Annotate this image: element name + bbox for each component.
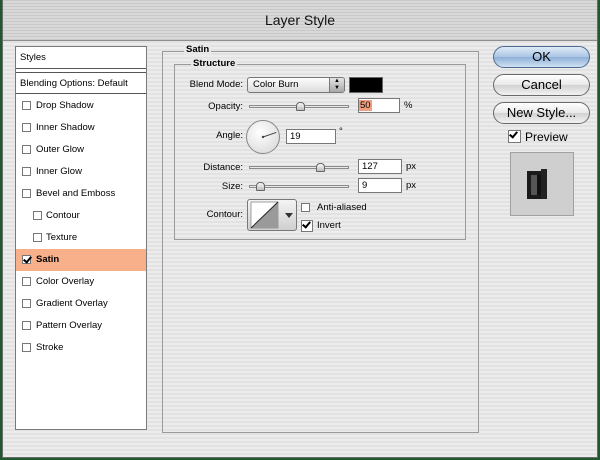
new-style-button[interactable]: New Style...: [493, 102, 590, 124]
style-item-drop-shadow[interactable]: Drop Shadow: [16, 95, 146, 117]
style-item-label: Pattern Overlay: [36, 320, 102, 331]
popup-arrows-icon: ▲ ▼: [329, 78, 344, 92]
opacity-label: Opacity:: [208, 101, 243, 112]
opacity-slider[interactable]: [249, 102, 349, 111]
style-item-label: Stroke: [36, 342, 64, 353]
style-item-gradient-overlay[interactable]: Gradient Overlay: [16, 293, 146, 315]
style-item-bevel-and-emboss[interactable]: Bevel and Emboss: [16, 183, 146, 205]
style-item-label: Bevel and Emboss: [36, 188, 116, 199]
angle-indicator-icon: [261, 131, 277, 139]
distance-label: Distance:: [203, 162, 243, 173]
style-item-checkbox[interactable]: [22, 277, 31, 286]
opacity-slider-thumb[interactable]: [296, 102, 305, 111]
style-item-checkbox[interactable]: [22, 255, 31, 264]
size-slider[interactable]: [249, 182, 349, 191]
style-item-checkbox[interactable]: [22, 343, 31, 352]
contour-label: Contour:: [206, 209, 243, 220]
style-item-label: Contour: [46, 210, 80, 221]
style-item-color-overlay[interactable]: Color Overlay: [16, 271, 146, 293]
preview-label: Preview: [525, 130, 568, 144]
preview-thumbnail-icon: [527, 169, 547, 199]
style-item-checkbox[interactable]: [22, 101, 31, 110]
style-item-checkbox[interactable]: [33, 233, 42, 242]
blend-color-swatch[interactable]: [349, 77, 383, 93]
size-label: Size:: [221, 181, 243, 192]
style-item-outer-glow[interactable]: Outer Glow: [16, 139, 146, 161]
opacity-unit: %: [404, 100, 413, 111]
style-preview: [510, 152, 574, 216]
style-item-checkbox[interactable]: [33, 211, 42, 220]
style-item-inner-shadow[interactable]: Inner Shadow: [16, 117, 146, 139]
style-item-checkbox[interactable]: [22, 145, 31, 154]
satin-section-title: Satin: [184, 44, 212, 55]
cancel-button[interactable]: Cancel: [493, 74, 590, 96]
ok-button[interactable]: OK: [493, 46, 590, 68]
blend-mode-label: Blend Mode:: [189, 79, 243, 90]
preview-checkbox[interactable]: [508, 130, 521, 143]
styles-list: Styles Blending Options: Default Drop Sh…: [15, 46, 147, 430]
style-item-checkbox[interactable]: [22, 321, 31, 330]
structure-title: Structure: [191, 58, 238, 69]
title-bar[interactable]: Layer Style: [3, 0, 597, 41]
style-item-checkbox[interactable]: [22, 299, 31, 308]
contour-curve-icon: [250, 201, 293, 229]
style-item-satin[interactable]: Satin: [16, 249, 146, 271]
blend-mode-value: Color Burn: [253, 79, 299, 90]
distance-field[interactable]: 127: [358, 159, 402, 174]
style-item-label: Outer Glow: [36, 144, 85, 155]
anti-aliased-checkbox[interactable]: [301, 203, 310, 212]
style-item-pattern-overlay[interactable]: Pattern Overlay: [16, 315, 146, 337]
blend-mode-select[interactable]: Color Burn ▲ ▼: [247, 77, 345, 93]
contour-picker[interactable]: [247, 199, 297, 231]
distance-slider[interactable]: [249, 163, 349, 172]
size-slider-thumb[interactable]: [256, 182, 265, 191]
angle-label: Angle:: [216, 130, 243, 141]
angle-unit: °: [339, 126, 343, 137]
style-item-label: Inner Shadow: [36, 122, 95, 133]
style-item-label: Gradient Overlay: [36, 298, 108, 309]
invert-checkbox[interactable]: [301, 220, 313, 232]
angle-field[interactable]: 19: [286, 129, 336, 144]
style-item-stroke[interactable]: Stroke: [16, 337, 146, 359]
anti-aliased-label: Anti-aliased: [317, 202, 367, 213]
layer-style-dialog: Layer Style Styles Blending Options: Def…: [2, 0, 598, 458]
angle-dial[interactable]: [246, 120, 280, 154]
style-item-checkbox[interactable]: [22, 167, 31, 176]
blending-options-item[interactable]: Blending Options: Default: [16, 72, 146, 94]
style-item-label: Texture: [46, 232, 78, 243]
opacity-field[interactable]: 50: [358, 98, 400, 113]
style-item-label: Drop Shadow: [36, 100, 94, 111]
styles-header[interactable]: Styles: [16, 47, 146, 69]
style-item-contour[interactable]: Contour: [16, 205, 146, 227]
style-item-label: Satin: [36, 254, 60, 265]
size-unit: px: [406, 180, 417, 191]
style-item-label: Inner Glow: [36, 166, 82, 177]
style-item-inner-glow[interactable]: Inner Glow: [16, 161, 146, 183]
style-item-texture[interactable]: Texture: [16, 227, 146, 249]
style-item-label: Color Overlay: [36, 276, 95, 287]
style-item-checkbox[interactable]: [22, 189, 31, 198]
distance-slider-thumb[interactable]: [316, 163, 325, 172]
style-item-checkbox[interactable]: [22, 123, 31, 132]
size-field[interactable]: 9: [358, 178, 402, 193]
window-title: Layer Style: [264, 12, 336, 28]
distance-unit: px: [406, 161, 417, 172]
invert-label: Invert: [317, 220, 341, 231]
